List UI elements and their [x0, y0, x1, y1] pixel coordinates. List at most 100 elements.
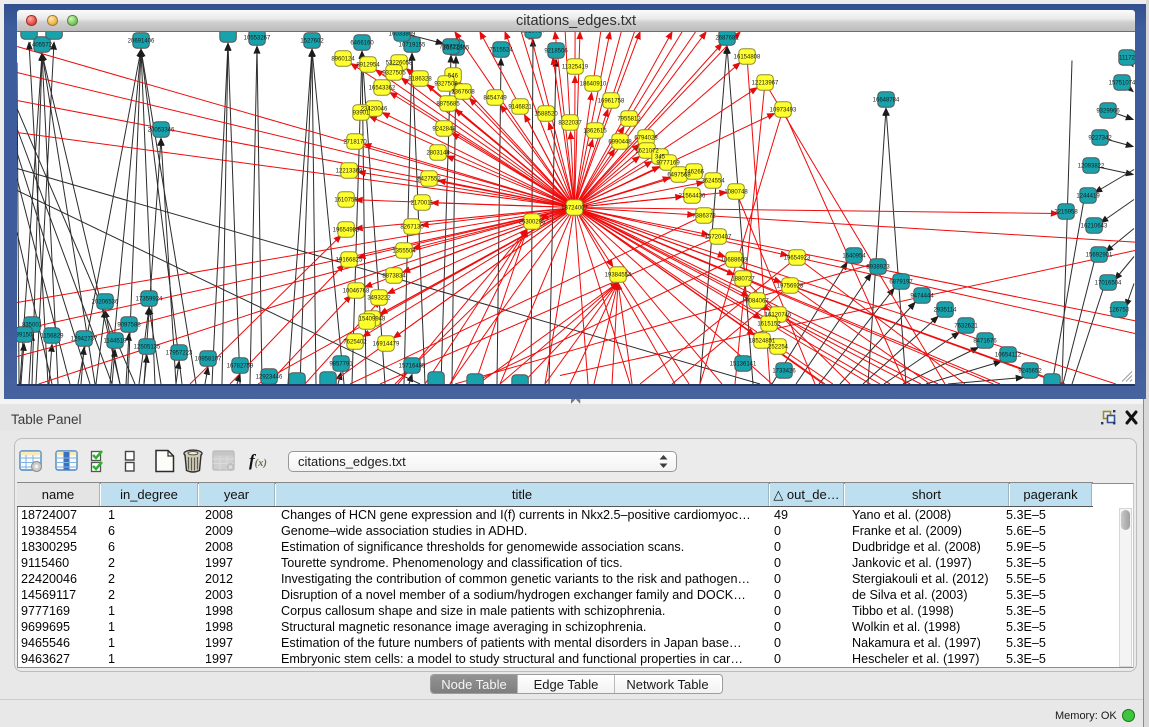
svg-text:3624554: 3624554 [701, 178, 725, 184]
svg-text:9097588: 9097588 [117, 322, 141, 328]
svg-text:1144519: 1144519 [104, 338, 128, 344]
svg-text:16210643: 16210643 [1081, 223, 1108, 229]
svg-text:10973493: 10973493 [770, 107, 797, 113]
svg-text:9327505: 9327505 [382, 70, 406, 76]
svg-text:25300295: 25300295 [519, 219, 546, 225]
svg-text:8960124: 8960124 [331, 56, 355, 62]
svg-text:10046768: 10046768 [343, 288, 370, 294]
svg-text:7357224: 7357224 [439, 44, 463, 50]
svg-text:1733426: 1733426 [772, 368, 796, 374]
svg-text:3215958: 3215958 [1054, 209, 1078, 215]
svg-text:1640954: 1640954 [842, 253, 866, 259]
svg-text:546: 546 [448, 73, 459, 79]
svg-text:10553267: 10553267 [244, 35, 271, 41]
svg-text:10958107: 10958107 [195, 356, 222, 362]
svg-text:746266: 746266 [684, 169, 705, 175]
svg-text:19384554: 19384554 [605, 272, 632, 278]
svg-text:8938923: 8938923 [866, 264, 890, 270]
svg-text:9327508: 9327508 [434, 81, 458, 87]
svg-text:15409948: 15409948 [359, 316, 386, 322]
svg-text:53226058: 53226058 [386, 60, 413, 66]
svg-text:8186328: 8186328 [408, 76, 432, 82]
svg-text:16154808: 16154808 [734, 54, 761, 60]
svg-text:1610755: 1610755 [334, 197, 358, 203]
svg-text:16543362: 16543362 [369, 85, 396, 91]
svg-text:7386372: 7386372 [692, 213, 716, 219]
svg-text:7625402: 7625402 [343, 339, 367, 345]
svg-text:6794028: 6794028 [634, 135, 658, 141]
svg-text:15716485: 15716485 [399, 363, 426, 369]
svg-text:10688609: 10688609 [721, 257, 748, 263]
svg-text:12093822: 12093822 [1078, 163, 1105, 169]
svg-text:19654923: 19654923 [784, 255, 811, 261]
svg-text:1244419: 1244419 [1076, 193, 1100, 199]
svg-text:16033809: 16033809 [389, 32, 416, 38]
svg-text:10654112: 10654112 [995, 352, 1022, 358]
svg-text:18640910: 18640910 [580, 81, 607, 87]
svg-text:12505135: 12505135 [134, 344, 161, 350]
svg-text:7632621: 7632621 [954, 323, 978, 329]
svg-text:2367608: 2367608 [451, 89, 475, 95]
svg-text:15692901: 15692901 [1086, 252, 1113, 258]
svg-text:3493222: 3493222 [367, 295, 391, 301]
svg-text:126753: 126753 [1109, 307, 1130, 313]
svg-text:11325419: 11325419 [562, 64, 589, 70]
svg-text:9218506: 9218506 [544, 48, 568, 54]
svg-text:2687682: 2687682 [715, 35, 739, 41]
svg-text:20691406: 20691406 [128, 38, 155, 44]
svg-text:16120746: 16120746 [765, 312, 792, 318]
svg-text:2718170: 2718170 [343, 139, 367, 145]
svg-text:12213369: 12213369 [336, 168, 363, 174]
svg-text:6879197: 6879197 [889, 279, 913, 285]
svg-text:93901: 93901 [353, 110, 370, 116]
svg-text:835001: 835001 [22, 322, 43, 328]
svg-text:8322037: 8322037 [558, 120, 582, 126]
svg-text:14055724: 14055724 [29, 42, 56, 48]
svg-text:7955812: 7955812 [617, 116, 641, 122]
svg-text:8454749: 8454749 [483, 95, 507, 101]
svg-text:18724007: 18724007 [561, 205, 588, 211]
svg-text:9245652: 9245652 [1018, 368, 1042, 374]
svg-text:8875685: 8875685 [436, 101, 460, 107]
svg-text:2935114: 2935114 [934, 307, 958, 313]
svg-text:16914479: 16914479 [373, 341, 400, 347]
svg-text:9857791: 9857791 [329, 361, 353, 367]
svg-text:9084067: 9084067 [745, 298, 769, 304]
svg-text:16648784: 16648784 [873, 97, 900, 103]
svg-text:1355504: 1355504 [392, 248, 416, 254]
svg-text:15751074: 15751074 [1109, 80, 1135, 86]
svg-text:19654983: 19654983 [333, 227, 360, 233]
svg-text:15136141: 15136141 [730, 361, 757, 367]
svg-text:17359924: 17359924 [136, 296, 163, 302]
svg-text:8912954: 8912954 [356, 62, 380, 68]
svg-text:8427552: 8427552 [417, 176, 441, 182]
svg-text:11172: 11172 [1119, 55, 1135, 61]
svg-text:12942737: 12942737 [71, 336, 98, 342]
svg-text:7515524: 7515524 [489, 47, 513, 53]
svg-text:9227342: 9227342 [1088, 135, 1112, 141]
svg-text:19756928: 19756928 [777, 283, 804, 289]
svg-text:39150: 39150 [17, 332, 33, 338]
svg-text:8267130: 8267130 [400, 224, 424, 230]
svg-text:6990448: 6990448 [608, 139, 632, 145]
svg-text:16782759: 16782759 [227, 363, 254, 369]
svg-text:1080748: 1080748 [724, 189, 748, 195]
svg-text:1615152: 1615152 [757, 321, 781, 327]
svg-text:9146821: 9146821 [508, 104, 532, 110]
svg-text:2170011: 2170011 [411, 200, 435, 206]
svg-text:6466160: 6466160 [350, 40, 374, 46]
svg-text:252254: 252254 [768, 344, 789, 350]
svg-text:21564436: 21564436 [679, 193, 706, 199]
svg-text:10719155: 10719155 [399, 42, 426, 48]
svg-text:9242848: 9242848 [432, 126, 456, 132]
svg-text:15720407: 15720407 [705, 234, 732, 240]
svg-text:1527602: 1527602 [300, 38, 324, 44]
svg-text:16961758: 16961758 [598, 98, 625, 104]
svg-text:19166825: 19166825 [336, 257, 363, 263]
svg-text:8471676: 8471676 [973, 338, 997, 344]
svg-text:1362615: 1362615 [583, 128, 607, 134]
svg-text:17016504: 17016504 [1095, 280, 1122, 286]
svg-text:17957223: 17957223 [166, 350, 193, 356]
svg-text:20053346: 20053346 [148, 127, 175, 133]
svg-text:1156829: 1156829 [41, 333, 65, 339]
